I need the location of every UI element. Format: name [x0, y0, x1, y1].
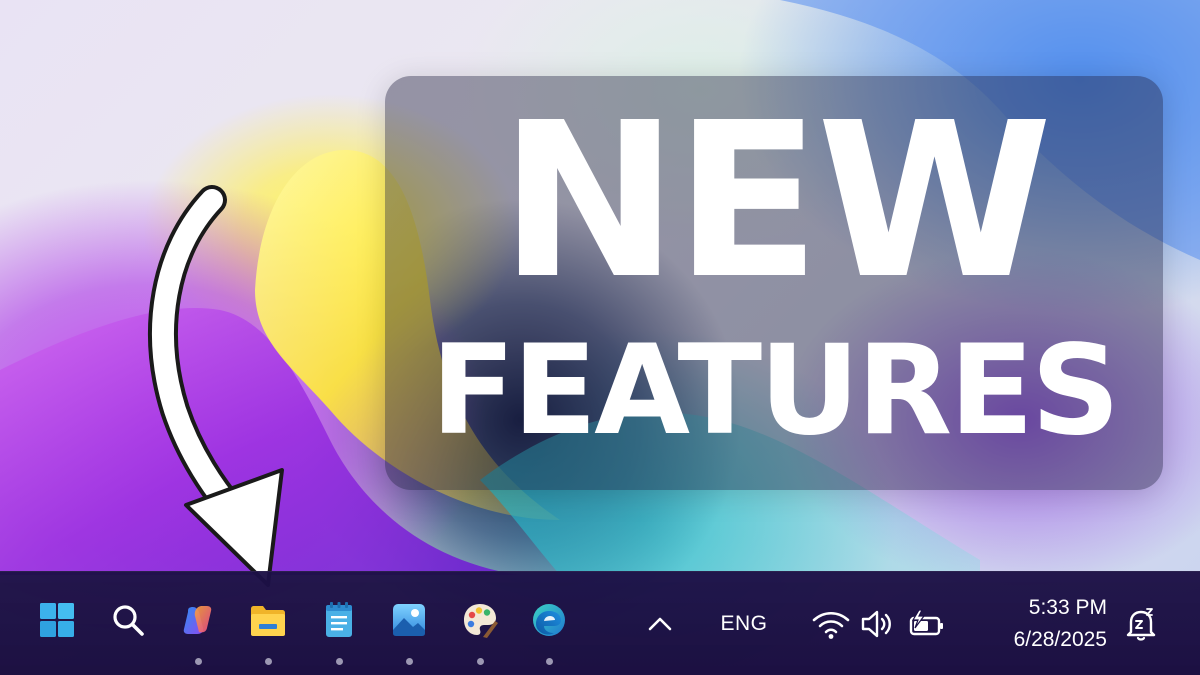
language-indicator: ENG — [720, 612, 768, 635]
notepad-icon — [326, 602, 352, 637]
running-indicator — [264, 658, 272, 665]
copilot-icon — [183, 606, 212, 634]
start-button[interactable] — [29, 592, 85, 648]
search-button[interactable] — [100, 592, 156, 648]
notepad-button[interactable] — [311, 592, 367, 648]
battery-charging-icon — [909, 609, 943, 636]
photos-icon — [393, 604, 425, 636]
windows-logo-icon — [40, 603, 74, 637]
folder-icon — [251, 606, 285, 636]
speaker-icon — [861, 610, 891, 638]
paint-palette-icon — [464, 604, 498, 638]
file-explorer-button[interactable] — [240, 592, 296, 648]
running-indicator — [194, 658, 202, 665]
quick-settings-button[interactable] — [804, 604, 954, 644]
headline-new-text: NEW — [499, 77, 1052, 326]
photos-button[interactable] — [381, 592, 437, 648]
wifi-icon — [812, 611, 850, 639]
clock-date: 6/28/2025 — [1013, 628, 1107, 651]
copilot-button[interactable] — [170, 592, 226, 648]
taskbar: ENG 5:33 PM 6/28/2025 — [0, 571, 1200, 675]
show-hidden-icons-button[interactable] — [643, 604, 677, 644]
search-icon — [113, 605, 144, 636]
notification-center-button[interactable] — [1122, 604, 1162, 644]
input-language-button[interactable]: ENG — [712, 604, 776, 644]
running-indicator — [335, 658, 343, 665]
paint-button[interactable] — [452, 592, 508, 648]
headline-features-text: FEATURES — [430, 319, 1121, 463]
desktop-wallpaper: NEW FEATURES ENG 5:33 PM 6/28/2025 — [0, 0, 1200, 675]
headline-card: NEW FEATURES — [385, 76, 1163, 490]
notification-bell-snooze-icon — [1126, 608, 1156, 641]
clock-time: 5:33 PM — [1028, 596, 1107, 619]
clock[interactable]: 5:33 PM 6/28/2025 — [975, 592, 1107, 656]
edge-button[interactable] — [521, 592, 577, 648]
chevron-up-icon — [648, 617, 672, 631]
running-indicator — [405, 658, 413, 665]
edge-browser-icon — [533, 604, 565, 636]
running-indicator — [545, 658, 553, 665]
running-indicator — [476, 658, 484, 665]
